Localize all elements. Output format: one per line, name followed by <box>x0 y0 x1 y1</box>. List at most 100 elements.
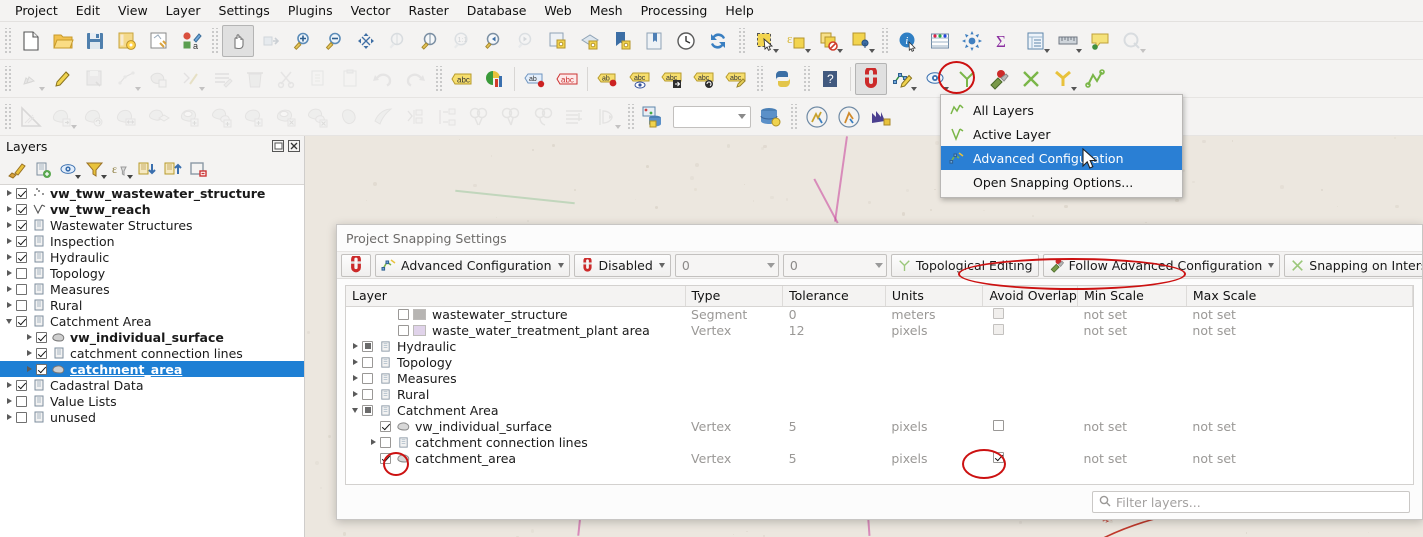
undo-icon[interactable] <box>367 63 399 95</box>
layer-snapping-checkbox[interactable] <box>380 436 391 448</box>
layer-snapping-checkbox[interactable] <box>398 324 409 336</box>
new-project-icon[interactable] <box>15 25 47 57</box>
table-column-header[interactable]: Avoid Overlap <box>982 286 1078 307</box>
table-cell-avoid-overlap[interactable] <box>983 322 1078 338</box>
toolbar-grip[interactable] <box>3 65 12 92</box>
menu-view[interactable]: View <box>109 1 157 20</box>
layer-tree-item[interactable]: Topology <box>0 265 304 281</box>
deselect-features-icon[interactable] <box>813 25 845 57</box>
new-3d-map-view-icon[interactable] <box>574 25 606 57</box>
table-cell-type[interactable] <box>685 402 783 418</box>
expand-arrow-icon[interactable] <box>348 339 362 353</box>
table-row[interactable]: catchment connection lines <box>346 434 1413 450</box>
new-map-view-icon[interactable] <box>542 25 574 57</box>
snapping-on-intersection-button[interactable]: Snapping on Intersection <box>1284 253 1422 277</box>
table-row[interactable]: waste_water_treatment_plant area Vertex 12… <box>346 322 1413 338</box>
layer-visibility-checkbox[interactable] <box>16 203 27 215</box>
table-row[interactable]: vw_individual_surface Vertex 5 pixels not se… <box>346 418 1413 434</box>
move-feature-icon[interactable] <box>47 101 79 133</box>
layer-visibility-checkbox[interactable] <box>16 251 27 263</box>
save-layer-edits-icon[interactable] <box>79 63 111 95</box>
avoid-overlap-checkbox[interactable] <box>992 323 1004 335</box>
avoid-overlap-icon[interactable] <box>983 63 1015 95</box>
layer-snapping-checkbox[interactable] <box>362 356 373 368</box>
table-cell-tolerance[interactable]: 5 <box>783 450 886 466</box>
expand-arrow-icon[interactable] <box>366 435 380 449</box>
edit-label-icon[interactable]: abc <box>720 63 752 95</box>
table-row[interactable]: Hydraulic <box>346 338 1413 354</box>
save-project-as-icon[interactable] <box>111 25 143 57</box>
menu-vector[interactable]: Vector <box>342 1 400 20</box>
layer-tree-item[interactable]: unused <box>0 409 304 425</box>
table-cell-units[interactable]: pixels <box>885 450 983 466</box>
table-column-header[interactable]: Min Scale <box>1077 286 1187 307</box>
undock-panel-icon[interactable] <box>271 140 284 153</box>
toolbar-grip[interactable] <box>789 103 798 130</box>
delete-selected-icon[interactable] <box>239 63 271 95</box>
table-cell-min-scale[interactable]: not set <box>1077 306 1186 322</box>
menu-project[interactable]: Project <box>6 1 67 20</box>
layer-visibility-checkbox[interactable] <box>16 219 27 231</box>
reshape-features-icon[interactable] <box>335 101 367 133</box>
expand-arrow-icon[interactable] <box>2 266 16 280</box>
avoid-overlap-checkbox[interactable] <box>992 307 1004 319</box>
table-row[interactable]: Catchment Area <box>346 402 1413 418</box>
table-cell-min-scale[interactable]: not set <box>1077 450 1186 466</box>
rotate-label-icon[interactable]: abc <box>688 63 720 95</box>
table-cell-max-scale[interactable] <box>1186 402 1412 418</box>
identify-features-icon[interactable]: i <box>892 25 924 57</box>
table-cell-units[interactable] <box>885 402 983 418</box>
python-console-icon[interactable] <box>767 63 799 95</box>
avoid-overlap-checkbox[interactable] <box>992 419 1004 431</box>
table-cell-units[interactable] <box>885 354 983 370</box>
expand-arrow-icon[interactable] <box>22 330 36 344</box>
select-value-icon[interactable] <box>845 25 877 57</box>
highlight-labels-icon[interactable]: abc <box>551 63 583 95</box>
layer-tree-item[interactable]: catchment connection lines <box>0 345 304 361</box>
menu-item-open-snapping-options[interactable]: Open Snapping Options... <box>941 170 1182 194</box>
rotate-feature-icon[interactable] <box>79 101 111 133</box>
table-cell-tolerance[interactable] <box>783 370 886 386</box>
toolbar-grip[interactable] <box>434 65 443 92</box>
vertex-tool-icon[interactable] <box>143 63 175 95</box>
layer-tree-item[interactable]: Catchment Area <box>0 313 304 329</box>
layer-tree-item[interactable]: Hydraulic <box>0 249 304 265</box>
layer-snapping-checkbox[interactable] <box>362 372 373 384</box>
layer-tree-item[interactable]: Rural <box>0 297 304 313</box>
layer-visibility-checkbox[interactable] <box>36 331 47 343</box>
layer-visibility-checkbox[interactable] <box>16 235 27 247</box>
layer-tree-item[interactable]: vw_individual_surface <box>0 329 304 345</box>
expand-arrow-icon[interactable] <box>22 362 36 376</box>
table-cell-units[interactable] <box>885 370 983 386</box>
menu-raster[interactable]: Raster <box>399 1 457 20</box>
zoom-last-icon[interactable] <box>478 25 510 57</box>
filter-layers-input[interactable]: Filter layers... <box>1092 491 1410 513</box>
snap-to-vertex-icon[interactable] <box>951 63 983 95</box>
delete-ring-icon[interactable] <box>271 101 303 133</box>
measure-line-icon[interactable] <box>1052 25 1084 57</box>
expand-arrow-icon[interactable] <box>2 202 16 216</box>
expand-arrow-icon[interactable] <box>22 346 36 360</box>
help-icon[interactable]: ? <box>814 63 846 95</box>
table-cell-min-scale[interactable] <box>1077 386 1186 402</box>
add-group-icon[interactable] <box>30 158 56 182</box>
table-cell-min-scale[interactable] <box>1077 354 1186 370</box>
new-bookmark-icon[interactable] <box>606 25 638 57</box>
expand-arrow-icon[interactable] <box>2 186 16 200</box>
table-row[interactable]: Measures <box>346 370 1413 386</box>
style-manager-icon[interactable]: a <box>175 25 207 57</box>
toolbar-grip[interactable] <box>626 103 635 130</box>
table-cell-avoid-overlap[interactable] <box>983 354 1078 370</box>
topological-editing-icon[interactable] <box>1079 63 1111 95</box>
delete-part-icon[interactable] <box>303 101 335 133</box>
db-connection-icon[interactable] <box>754 101 786 133</box>
menu-item-all-layers[interactable]: All Layers <box>941 98 1182 122</box>
menu-database[interactable]: Database <box>458 1 536 20</box>
expand-arrow-icon[interactable] <box>2 298 16 312</box>
paste-features-icon[interactable] <box>335 63 367 95</box>
table-cell-max-scale[interactable] <box>1186 434 1412 450</box>
table-cell-units[interactable]: pixels <box>885 418 983 434</box>
table-cell-type[interactable] <box>685 338 783 354</box>
menu-plugins[interactable]: Plugins <box>279 1 342 20</box>
table-cell-tolerance[interactable]: 5 <box>783 418 886 434</box>
